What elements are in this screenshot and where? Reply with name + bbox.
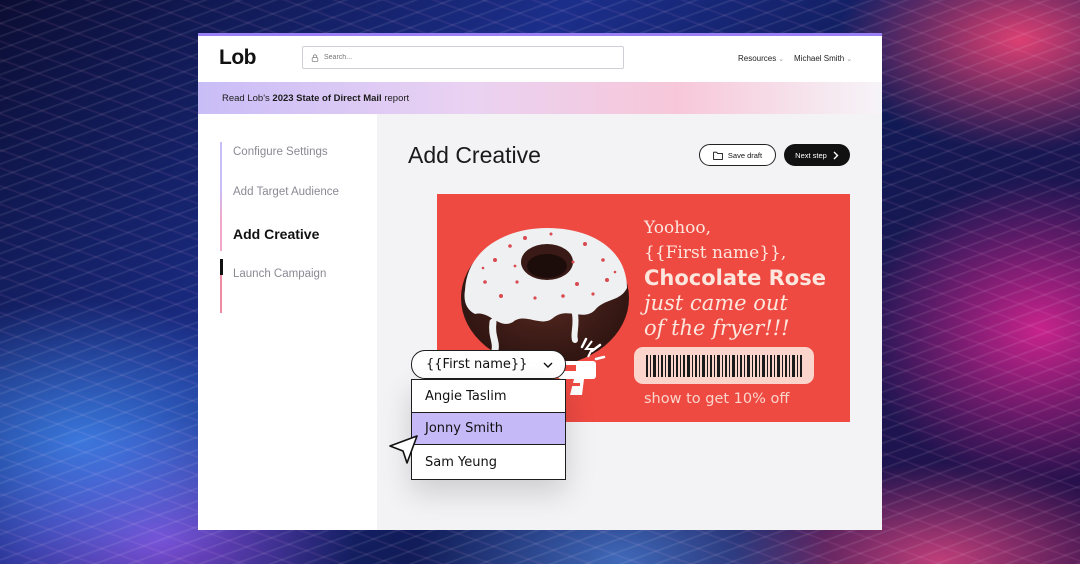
creative-headline: Yoohoo, {{First name}}, Chocolate Rose j…	[644, 216, 844, 341]
cursor-arrow-icon	[389, 435, 418, 464]
resources-menu[interactable]: Resources ⌄	[738, 54, 784, 63]
user-menu[interactable]: Michael Smith ⌄	[794, 54, 852, 63]
chevron-right-icon	[833, 151, 839, 159]
banner-prefix: Read Lob's	[222, 92, 270, 104]
lob-logo[interactable]: Lob	[219, 46, 256, 70]
headline-line-2: {{First name}},	[644, 243, 787, 263]
merge-field-dropdown[interactable]: {{First name}}	[411, 350, 566, 379]
headline-line-4: just came out	[644, 291, 788, 315]
sidebar-step-add-target-audience[interactable]: Add Target Audience	[233, 186, 339, 198]
headline-line-3: Chocolate Rose	[644, 266, 826, 290]
next-step-label: Next step	[795, 150, 827, 160]
top-navigation-bar: Lob Resources⌄ Michael Smith⌄	[198, 36, 882, 82]
chevron-down-icon: ⌄	[778, 56, 785, 63]
sidebar-step-add-creative[interactable]: Add Creative	[233, 226, 319, 242]
headline-line-5: of the fryer!!!	[644, 316, 790, 340]
chevron-down-icon	[543, 362, 553, 368]
folder-icon	[713, 151, 723, 160]
barcode	[634, 347, 814, 384]
headline-line-1: Yoohoo,	[644, 218, 712, 238]
user-name: Michael Smith	[794, 54, 845, 63]
dropdown-option-sam-yeung[interactable]: Sam Yeung	[412, 446, 565, 479]
resources-label: Resources	[738, 54, 777, 63]
step-line-4	[220, 275, 222, 313]
page-title: Add Creative	[408, 142, 541, 168]
lock-icon	[311, 53, 319, 62]
dropdown-option-jonny-smith[interactable]: Jonny Smith	[411, 412, 566, 445]
promo-banner[interactable]: Read Lob's 2023 State of Direct Mail rep…	[198, 82, 882, 114]
offer-text: show to get 10% off	[644, 391, 790, 407]
dropdown-option-angie-taslim[interactable]: Angie Taslim	[412, 380, 565, 413]
dropdown-selected-value: {{First name}}	[426, 357, 528, 372]
save-draft-button[interactable]: Save draft	[699, 144, 776, 166]
active-step-marker	[220, 259, 223, 275]
dropdown-options-list: Angie Taslim Jonny Smith Sam Yeung	[411, 379, 566, 480]
search-input[interactable]	[324, 54, 604, 61]
steps-sidebar: Configure Settings Add Target Audience A…	[198, 114, 377, 530]
search-box[interactable]	[302, 46, 624, 69]
banner-bold: 2023 State of Direct Mail	[272, 92, 382, 104]
sidebar-step-configure-settings[interactable]: Configure Settings	[233, 146, 328, 158]
chevron-down-icon: ⌄	[846, 56, 853, 63]
banner-suffix: report	[384, 92, 410, 104]
step-line-1	[220, 142, 222, 188]
save-draft-label: Save draft	[727, 150, 763, 160]
sidebar-step-launch-campaign[interactable]: Launch Campaign	[233, 268, 326, 280]
next-step-button[interactable]: Next step	[784, 144, 850, 166]
step-line-3	[220, 221, 222, 251]
barcode-icon	[646, 354, 802, 377]
step-line-2	[220, 188, 222, 221]
